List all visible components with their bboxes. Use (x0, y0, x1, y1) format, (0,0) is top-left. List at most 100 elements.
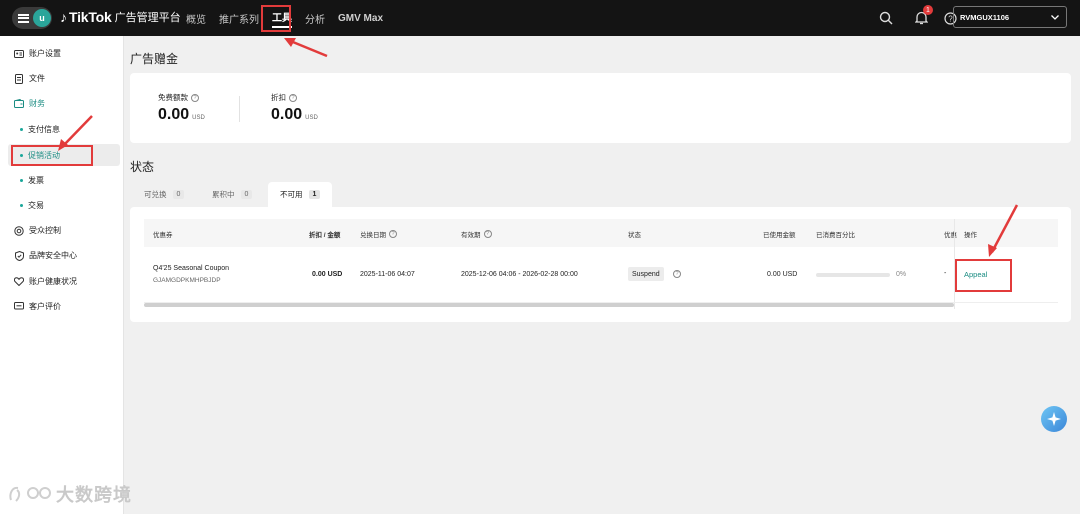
free-credit-unit: USD (192, 115, 205, 121)
credits-title: 广告赠金 (130, 52, 179, 66)
hamburger-icon (18, 13, 29, 23)
shield-icon (14, 250, 24, 261)
sidebar-item-label: 客户评价 (29, 302, 61, 311)
cell-truncated: - (944, 270, 947, 277)
sidebar-item-label: 受众控制 (29, 226, 61, 235)
header-discount-amount[interactable]: 折扣 / 金额 (309, 229, 340, 239)
sidebar-item-label: 账户设置 (29, 49, 61, 58)
sidebar-item-label: 支付信息 (28, 125, 60, 134)
sidebar-item-files[interactable]: 文件 (14, 73, 45, 84)
cell-discount-amount: 0.00 USD (312, 271, 343, 278)
help-icon[interactable]: ? (191, 93, 199, 102)
sidebar-item-account-health[interactable]: 账户健康状况 (14, 276, 77, 287)
header-truncated: 优惠 (944, 232, 957, 239)
tab-count: 1 (308, 190, 321, 199)
watermark: 大数跨境 (8, 481, 132, 507)
sidebar-item-label: 发票 (28, 176, 44, 185)
status-title: 状态 (130, 160, 155, 174)
sidebar-item-label: 文件 (29, 74, 45, 83)
sidebar-item-finance[interactable]: 财务 (14, 98, 45, 109)
brand-name: TikTok (69, 9, 112, 25)
cell-consumed-percent: 0% (896, 271, 907, 278)
cell-used-amount: 0.00 USD (767, 271, 798, 278)
tiktok-logo[interactable]: ♪ TikTok 广告管理平台 (60, 9, 181, 25)
bell-icon[interactable]: 1 (913, 5, 933, 26)
header-validity: 有效期? (461, 229, 492, 239)
avatar[interactable]: u (33, 9, 51, 27)
coupon-code: GJAMGDPKMHPBJDP (153, 277, 221, 284)
help-icon[interactable]: ? (389, 230, 397, 238)
help-icon[interactable]: ? (289, 93, 297, 102)
tab-count: 0 (172, 190, 185, 199)
account-name: RVMGUX1106 (960, 12, 1010, 22)
table-header-row (144, 219, 1058, 247)
tab-accumulating[interactable]: 累积中 0 (200, 182, 264, 207)
horizontal-scrollbar[interactable] (144, 303, 954, 307)
notification-badge: 1 (923, 5, 933, 15)
header-status: 状态 (628, 232, 641, 239)
sidebar-item-label: 账户健康状况 (29, 277, 77, 286)
nav-campaigns[interactable]: 推广系列 (219, 11, 259, 26)
sidebar-item-invoices[interactable]: 发票 (20, 175, 44, 186)
sidebar-item-customer-reviews[interactable]: 客户评价 (14, 301, 61, 312)
header-consumed-percent: 已消费百分比 (816, 232, 855, 239)
header-label: 兑换日期 (360, 232, 386, 239)
discount-label-text: 折扣 (271, 93, 286, 102)
highlight-box-tools (261, 5, 291, 32)
search-icon[interactable] (878, 10, 894, 26)
highlight-box-promotions (11, 145, 93, 166)
discount-label: 折扣 ? (271, 92, 297, 103)
tab-count: 0 (240, 190, 253, 199)
sidebar-item-payment-info[interactable]: 支付信息 (20, 124, 60, 135)
bullet-icon (20, 179, 23, 182)
header-label: 有效期 (461, 232, 481, 239)
chevron-down-icon (1050, 12, 1060, 24)
bullet-icon (20, 204, 23, 207)
tab-label: 可兑换 (144, 190, 167, 199)
sidebar-item-account-settings[interactable]: 账户设置 (14, 48, 61, 59)
wallet-icon (14, 99, 24, 109)
sidebar-item-label: 品牌安全中心 (29, 251, 77, 260)
menu-toggle-button[interactable]: u (12, 7, 52, 29)
account-selector[interactable]: RVMGUX1106 (953, 6, 1067, 28)
header-action: 操作 (964, 232, 977, 239)
id-card-icon (14, 49, 24, 59)
free-credit-value: 0.00 USD (158, 106, 205, 124)
header-used-amount: 已使用金额 (763, 232, 796, 239)
comment-icon (14, 302, 24, 312)
help-icon[interactable]: ? (673, 270, 681, 278)
ai-assistant-button[interactable] (1041, 406, 1067, 432)
status-badge: Suspend (628, 267, 664, 281)
nav-overview[interactable]: 概览 (186, 11, 206, 26)
target-icon (14, 225, 24, 236)
watermark-text: 大数跨境 (56, 485, 132, 505)
help-icon[interactable]: ? (483, 230, 492, 238)
tiktok-note-icon: ♪ (60, 9, 67, 25)
divider (239, 96, 240, 122)
cell-validity: 2025-12-06 04:06 - 2026-02-28 00:00 (461, 271, 578, 278)
sparkle-icon (1047, 412, 1061, 426)
consumed-progress-bar (816, 273, 890, 277)
tab-redeemable[interactable]: 可兑换 0 (132, 182, 196, 207)
free-credit-amount: 0.00 (158, 106, 190, 123)
coupon-name: Q4'25 Seasonal Coupon (153, 265, 230, 272)
sidebar-item-label: 交易 (28, 201, 44, 210)
status-badge-text: Suspend (632, 270, 660, 278)
discount-unit: USD (305, 115, 318, 121)
sidebar-item-transactions[interactable]: 交易 (20, 200, 44, 211)
free-credit-label: 免费额款 ? (158, 92, 199, 103)
bullet-icon (20, 128, 23, 131)
brand-subtitle: 广告管理平台 (114, 12, 181, 24)
nav-gmv-max[interactable]: GMV Max (338, 13, 383, 24)
tab-unavailable[interactable]: 不可用 1 (268, 182, 333, 207)
document-icon (14, 73, 24, 84)
header-redeem-date: 兑换日期? (360, 229, 397, 239)
sidebar-item-brand-safety[interactable]: 品牌安全中心 (14, 250, 77, 261)
free-credit-label-text: 免费额款 (158, 93, 188, 102)
discount-amount: 0.00 (271, 106, 303, 123)
nav-analytics[interactable]: 分析 (305, 11, 325, 26)
sidebar-item-label: 财务 (29, 99, 45, 108)
main-nav: 概览 推广系列 工具 分析 GMV Max (186, 0, 396, 36)
sidebar-item-audience-control[interactable]: 受众控制 (14, 225, 61, 236)
tab-label: 累积中 (212, 190, 235, 199)
